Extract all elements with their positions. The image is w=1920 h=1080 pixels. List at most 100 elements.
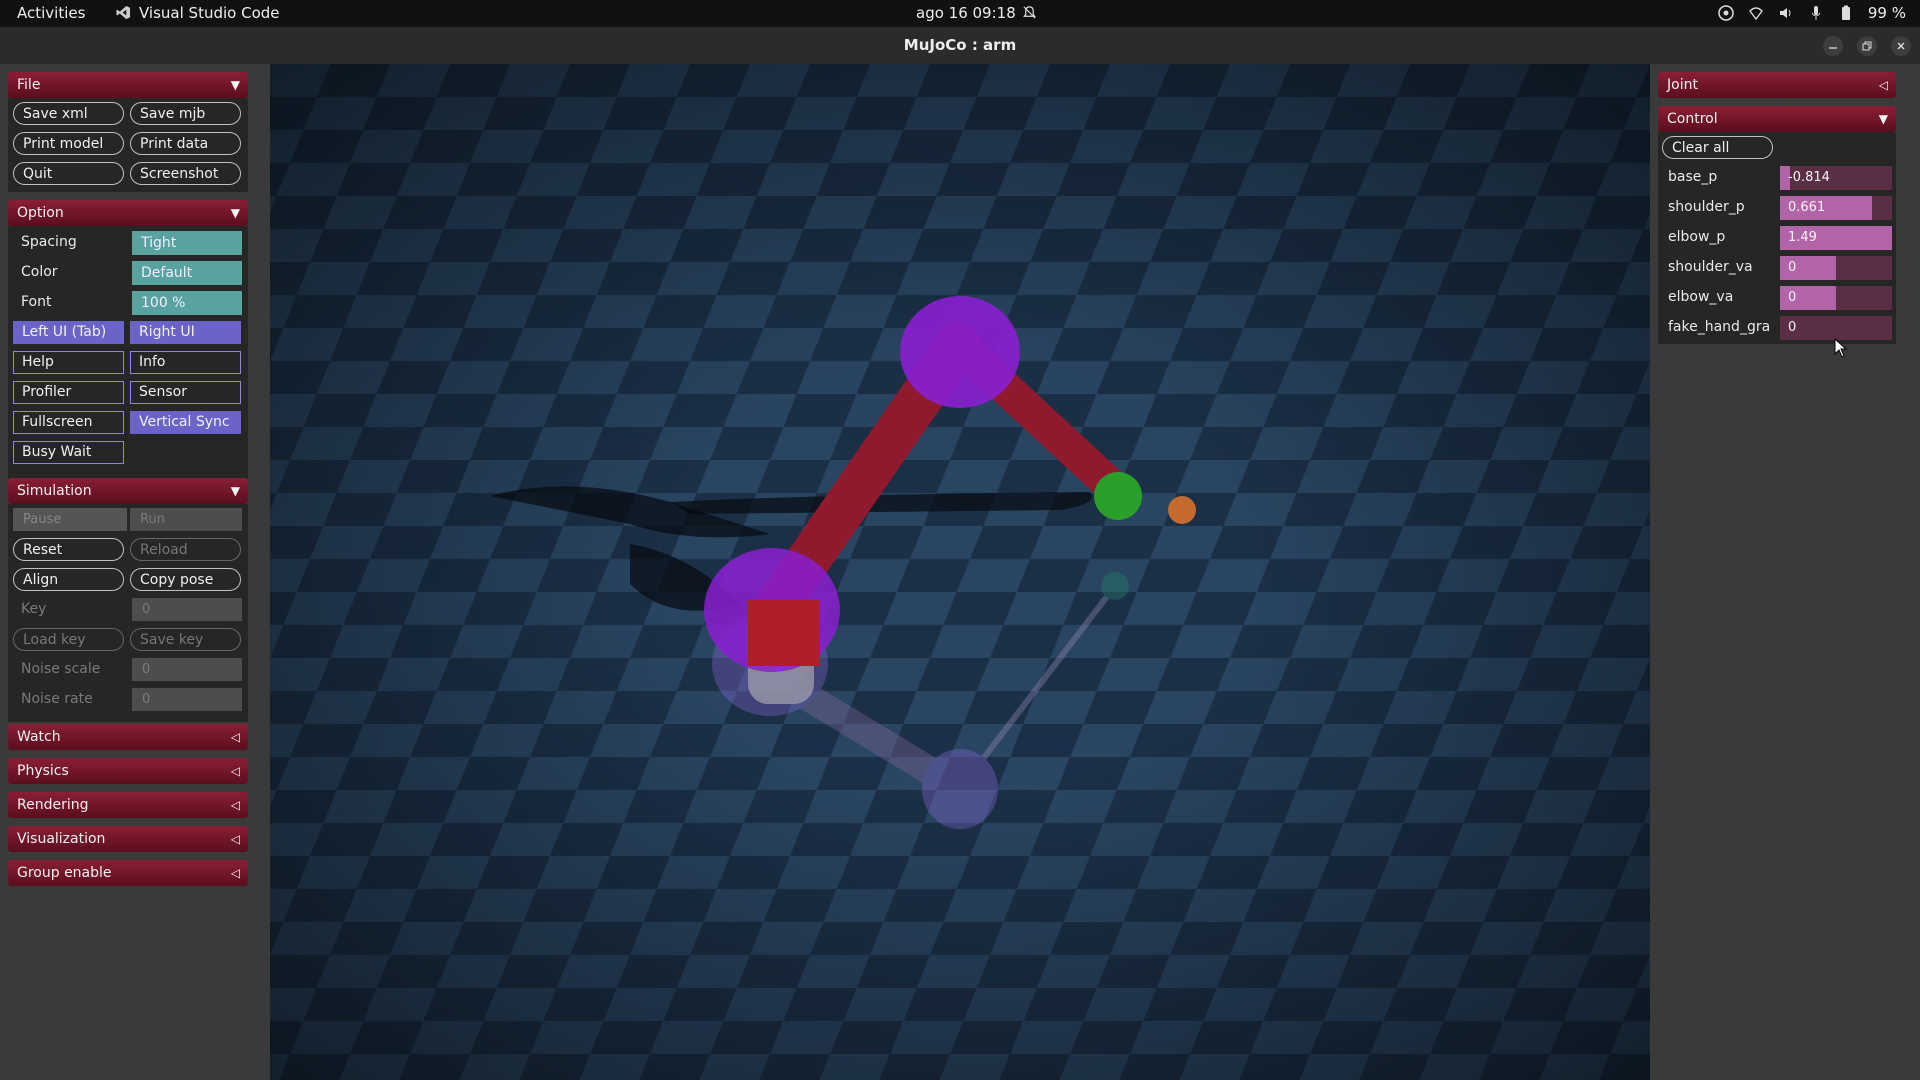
slider-label-shoulder-va: shoulder_va — [1668, 259, 1753, 275]
slider-value: 0 — [1788, 260, 1797, 275]
physics-section[interactable]: Physics ◁ — [8, 758, 248, 784]
window-title: MuJoCo : arm — [903, 36, 1017, 54]
file-section: File ▼ Save xml Save mjb Print model Pri… — [8, 72, 248, 192]
battery-percent: 99 % — [1867, 4, 1906, 22]
control-slider-shoulder-va[interactable]: 0 — [1780, 256, 1892, 280]
spacing-label: Spacing — [21, 234, 77, 250]
visualization-header-label: Visualization — [17, 831, 106, 847]
volume-icon — [1779, 8, 1791, 18]
slider-value: 1.49 — [1788, 230, 1817, 245]
color-select[interactable]: Default — [132, 261, 242, 285]
profiler-toggle[interactable]: Profiler — [13, 381, 124, 404]
minimize-icon — [1829, 47, 1837, 49]
target-ball — [1168, 496, 1196, 524]
spacing-select[interactable]: Tight — [132, 231, 242, 255]
file-header-label: File — [17, 77, 41, 93]
slider-value: 0 — [1788, 320, 1797, 335]
focused-app-name[interactable]: Visual Studio Code — [117, 4, 280, 22]
watch-section[interactable]: Watch ◁ — [8, 724, 248, 750]
clock[interactable]: ago 16 09:18 — [916, 4, 1016, 22]
rendering-header-label: Rendering — [17, 797, 89, 813]
slider-label-shoulder-p: shoulder_p — [1668, 199, 1745, 215]
restore-button[interactable] — [1857, 36, 1877, 56]
network-icon — [1749, 7, 1763, 21]
collapsed-arrow-icon: ◁ — [230, 730, 240, 744]
rendering-section[interactable]: Rendering ◁ — [8, 792, 248, 818]
sensor-toggle[interactable]: Sensor — [130, 381, 241, 404]
noise-scale-field[interactable]: 0 — [132, 658, 242, 681]
slider-label-fake-hand-gra: fake_hand_gra — [1668, 319, 1771, 335]
visualization-section[interactable]: Visualization ◁ — [8, 826, 248, 852]
key-field[interactable]: 0 — [132, 598, 242, 621]
screenshot-button[interactable]: Screenshot — [130, 162, 241, 185]
slider-label-elbow-p: elbow_p — [1668, 229, 1726, 245]
minimize-button[interactable] — [1823, 36, 1843, 56]
fullscreen-toggle[interactable]: Fullscreen — [13, 411, 124, 434]
clear-all-button[interactable]: Clear all — [1662, 136, 1773, 159]
load-key-button[interactable]: Load key — [13, 628, 124, 651]
simulation-viewport[interactable] — [270, 64, 1650, 1080]
font-label: Font — [21, 294, 52, 310]
save-key-button[interactable]: Save key — [130, 628, 241, 651]
info-toggle[interactable]: Info — [130, 351, 241, 374]
joint-section[interactable]: Joint ◁ — [1658, 72, 1896, 98]
battery-icon — [1841, 5, 1850, 20]
collapsed-arrow-icon: ◁ — [1878, 78, 1888, 92]
activities-button[interactable]: Activities — [17, 4, 85, 22]
print-model-button[interactable]: Print model — [13, 132, 124, 155]
file-header[interactable]: File ▼ — [8, 72, 248, 98]
option-header-label: Option — [17, 205, 64, 221]
group-enable-section[interactable]: Group enable ◁ — [8, 860, 248, 886]
control-slider-shoulder-p[interactable]: 0.661 — [1780, 196, 1892, 220]
reload-button[interactable]: Reload — [130, 538, 241, 561]
busy-wait-toggle[interactable]: Busy Wait — [13, 441, 124, 464]
simulation-header-label: Simulation — [17, 483, 92, 499]
control-slider-elbow-p[interactable]: 1.49 — [1780, 226, 1892, 250]
run-button[interactable]: Run — [130, 508, 242, 531]
control-section: Control ▼ Clear all base_p -0.814 shoulder… — [1658, 106, 1896, 344]
system-tray[interactable]: 99 % — [1718, 4, 1906, 22]
collapsed-arrow-icon: ◁ — [230, 832, 240, 846]
collapsed-arrow-icon: ◁ — [230, 764, 240, 778]
right-ui-toggle[interactable]: Right UI — [130, 321, 241, 344]
arm-scene[interactable] — [270, 64, 1650, 1080]
pause-button[interactable]: Pause — [13, 508, 127, 531]
reset-button[interactable]: Reset — [13, 538, 124, 561]
quit-button[interactable]: Quit — [13, 162, 124, 185]
close-button[interactable] — [1891, 36, 1911, 56]
control-slider-elbow-va[interactable]: 0 — [1780, 286, 1892, 310]
simulation-header[interactable]: Simulation ▼ — [8, 478, 248, 504]
slider-value: 0.661 — [1788, 200, 1826, 215]
save-mjb-button[interactable]: Save mjb — [130, 102, 241, 125]
chrome-icon — [1718, 5, 1734, 21]
watch-header-label: Watch — [17, 729, 61, 745]
option-header[interactable]: Option ▼ — [8, 200, 248, 226]
slider-value: 0 — [1788, 290, 1797, 305]
copy-pose-button[interactable]: Copy pose — [130, 568, 241, 591]
noise-rate-label: Noise rate — [21, 691, 93, 707]
expand-down-icon: ▼ — [230, 484, 240, 498]
group-enable-header-label: Group enable — [17, 865, 112, 881]
control-slider-base-p[interactable]: -0.814 — [1780, 166, 1892, 190]
left-ui-toggle[interactable]: Left UI (Tab) — [13, 321, 124, 344]
window-title-bar[interactable]: MuJoCo : arm — [0, 27, 1920, 65]
control-slider-fake-hand-gra[interactable]: 0 — [1780, 316, 1892, 340]
system-top-bar: Activities Visual Studio Code ago 16 09:… — [0, 0, 1920, 27]
align-button[interactable]: Align — [13, 568, 124, 591]
vertical-sync-toggle[interactable]: Vertical Sync — [130, 411, 241, 434]
noise-rate-field[interactable]: 0 — [132, 688, 242, 711]
expand-down-icon: ▼ — [1878, 112, 1888, 126]
help-toggle[interactable]: Help — [13, 351, 124, 374]
control-header-label: Control — [1667, 111, 1718, 127]
joint-header-label: Joint — [1667, 77, 1698, 93]
slider-label-base-p: base_p — [1668, 169, 1718, 185]
font-select[interactable]: 100 % — [132, 291, 242, 315]
left-ui-panel: File ▼ Save xml Save mjb Print model Pri… — [0, 64, 270, 1080]
slider-label-elbow-va: elbow_va — [1668, 289, 1734, 305]
simulation-section: Simulation ▼ Pause Run Reset Reload Alig… — [8, 478, 248, 722]
elbow-joint — [900, 296, 1020, 408]
close-icon — [1897, 42, 1905, 50]
print-data-button[interactable]: Print data — [130, 132, 241, 155]
save-xml-button[interactable]: Save xml — [13, 102, 124, 125]
control-header[interactable]: Control ▼ — [1658, 106, 1896, 132]
